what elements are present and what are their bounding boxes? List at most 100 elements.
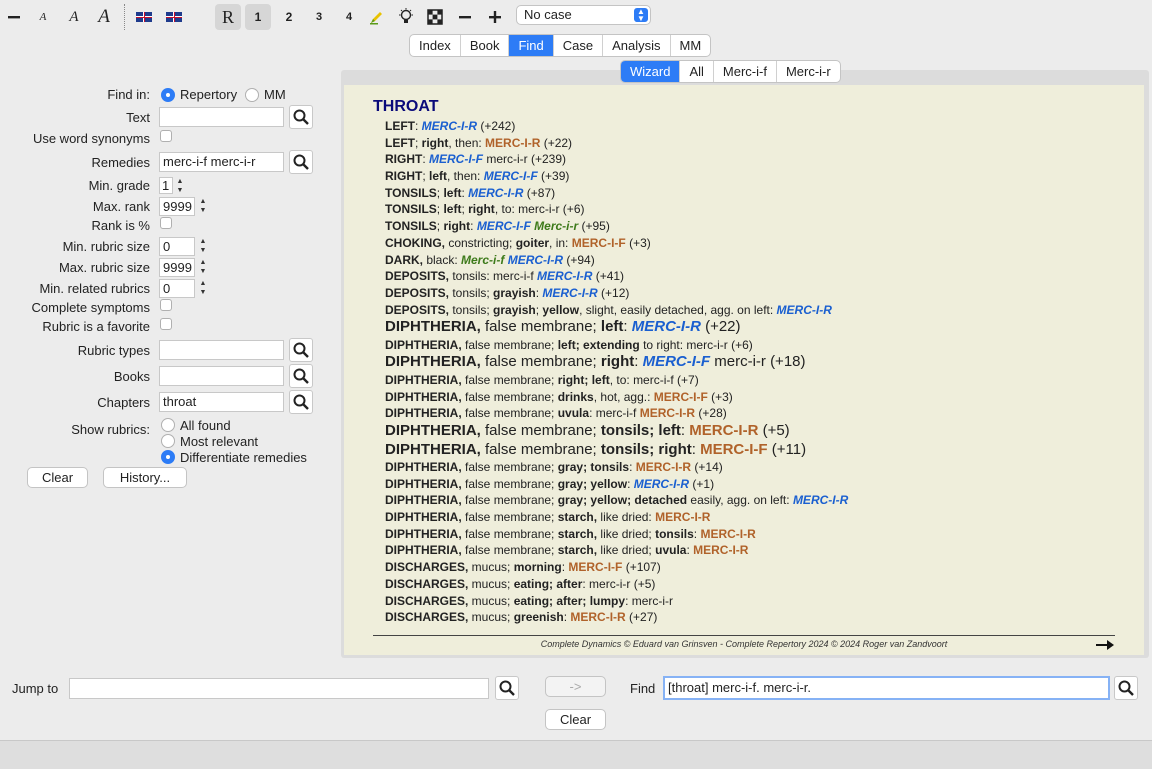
rubric-row[interactable]: TONSILS; left; right, to: merc-i-r (+6) bbox=[385, 201, 848, 218]
find-in-mm-radio[interactable] bbox=[245, 88, 259, 102]
remedy-link[interactable]: MERC-I-R bbox=[655, 510, 710, 524]
remedy-link[interactable]: MERC-I-R bbox=[634, 477, 689, 491]
rubric-row[interactable]: DIPHTHERIA, false membrane; right: MERC-… bbox=[385, 353, 848, 372]
rubric-row[interactable]: DIPHTHERIA, false membrane; gray; yellow… bbox=[385, 476, 848, 493]
minus-icon[interactable] bbox=[455, 4, 475, 30]
next-page-arrow-icon[interactable] bbox=[1095, 636, 1115, 657]
text-input[interactable] bbox=[159, 107, 284, 127]
find-search-button[interactable] bbox=[1114, 676, 1138, 700]
rubric-row[interactable]: DIPHTHERIA, false membrane; left; extend… bbox=[385, 337, 848, 354]
remedy-link[interactable]: MERC-I-R bbox=[485, 136, 540, 150]
synonyms-checkbox[interactable] bbox=[160, 130, 172, 142]
font-small-button[interactable]: A bbox=[33, 4, 53, 30]
uk-flag-icon[interactable] bbox=[135, 4, 153, 30]
uk-flag-alt-icon[interactable] bbox=[165, 4, 183, 30]
jump-go-button[interactable]: -> bbox=[545, 676, 606, 697]
bottom-clear-button[interactable]: Clear bbox=[545, 709, 606, 730]
text-search-button[interactable] bbox=[289, 105, 313, 129]
rubric-row[interactable]: DIPHTHERIA, false membrane; starch, like… bbox=[385, 542, 848, 559]
repertory-mode-button[interactable]: R bbox=[215, 4, 241, 30]
tab-wizard[interactable]: Wizard bbox=[621, 61, 681, 82]
remedies-search-button[interactable] bbox=[289, 150, 313, 174]
books-input[interactable] bbox=[159, 366, 284, 386]
rubric-row[interactable]: TONSILS; left: MERC-I-R (+87) bbox=[385, 185, 848, 202]
jump-to-search-button[interactable] bbox=[495, 676, 519, 700]
remedy-link[interactable]: MERC-I-R bbox=[542, 286, 597, 300]
show-all-found-radio[interactable] bbox=[161, 418, 175, 432]
rubric-row[interactable]: DIPHTHERIA, false membrane; drinks, hot,… bbox=[385, 389, 848, 406]
favorite-checkbox[interactable] bbox=[160, 318, 172, 330]
rubric-row[interactable]: DISCHARGES, mucus; eating; after: merc-i… bbox=[385, 576, 848, 593]
remedy-link[interactable]: MERC-I-F bbox=[484, 169, 538, 183]
lightbulb-icon[interactable] bbox=[396, 4, 416, 30]
rubric-row[interactable]: DEPOSITS, tonsils; grayish; yellow, slig… bbox=[385, 302, 848, 319]
show-most-relevant-radio[interactable] bbox=[161, 434, 175, 448]
min-related-input[interactable]: 0 bbox=[159, 279, 195, 298]
tab-analysis[interactable]: Analysis bbox=[603, 35, 671, 56]
max-rubric-size-input[interactable]: 9999 bbox=[159, 258, 195, 277]
grade-3-button[interactable]: 3 bbox=[308, 4, 330, 30]
rubric-row[interactable]: DIPHTHERIA, false membrane; right; left,… bbox=[385, 372, 848, 389]
grade-1-button[interactable]: 1 bbox=[245, 4, 271, 30]
rubric-row[interactable]: DIPHTHERIA, false membrane; left: MERC-I… bbox=[385, 318, 848, 337]
rubric-types-input[interactable] bbox=[159, 340, 284, 360]
remedy-link[interactable]: MERC-I-R bbox=[777, 303, 832, 317]
history-button[interactable]: History... bbox=[103, 467, 187, 488]
rubric-row[interactable]: DIPHTHERIA, false membrane; uvula: merc-… bbox=[385, 405, 848, 422]
show-differentiate-radio[interactable] bbox=[161, 450, 175, 464]
tab-mm[interactable]: MM bbox=[671, 35, 711, 56]
rubric-row[interactable]: DISCHARGES, mucus; eating; after; lumpy:… bbox=[385, 593, 848, 610]
tab-merc-i-f[interactable]: Merc-i-f bbox=[714, 61, 777, 82]
rubric-row[interactable]: RIGHT: MERC-I-F merc-i-r (+239) bbox=[385, 151, 848, 168]
tab-case[interactable]: Case bbox=[554, 35, 604, 56]
remedy-link[interactable]: MERC-I-R bbox=[570, 610, 625, 624]
remedy-link[interactable]: MERC-I-F bbox=[477, 219, 531, 233]
tab-all[interactable]: All bbox=[680, 61, 714, 82]
min-rubric-size-stepper[interactable]: ▲ ▼ bbox=[198, 237, 208, 257]
rubric-row[interactable]: DIPHTHERIA, false membrane; gray; tonsil… bbox=[385, 459, 848, 476]
max-rank-input[interactable]: 9999 bbox=[159, 197, 195, 216]
rubric-row[interactable]: DARK, black: Merc-i-f MERC-I-R (+94) bbox=[385, 252, 848, 269]
rubric-row[interactable]: DEPOSITS, tonsils; grayish: MERC-I-R (+1… bbox=[385, 285, 848, 302]
rubric-row[interactable]: DIPHTHERIA, false membrane; starch, like… bbox=[385, 526, 848, 543]
remedy-link[interactable]: MERC-I-R bbox=[700, 527, 755, 541]
find-input[interactable]: [throat] merc-i-f. merc-i-r. bbox=[663, 676, 1110, 700]
rubric-row[interactable]: DEPOSITS, tonsils: merc-i-f MERC-I-R (+4… bbox=[385, 268, 848, 285]
grade-2-button[interactable]: 2 bbox=[278, 4, 300, 30]
rubric-row[interactable]: DISCHARGES, mucus; morning: MERC-I-F (+1… bbox=[385, 559, 848, 576]
chapters-search-button[interactable] bbox=[289, 390, 313, 414]
remedy-link[interactable]: MERC-I-F bbox=[568, 560, 622, 574]
rubric-row[interactable]: LEFT; right, then: MERC-I-R (+22) bbox=[385, 135, 848, 152]
remedies-input[interactable]: merc-i-f merc-i-r bbox=[159, 152, 284, 172]
rubric-row[interactable]: CHOKING, constricting; goiter, in: MERC-… bbox=[385, 235, 848, 252]
complete-symptoms-checkbox[interactable] bbox=[160, 299, 172, 311]
font-large-button[interactable]: A bbox=[93, 4, 115, 30]
form-clear-button[interactable]: Clear bbox=[27, 467, 88, 488]
font-medium-button[interactable]: A bbox=[63, 4, 85, 30]
rubric-row[interactable]: DIPHTHERIA, false membrane; tonsils; lef… bbox=[385, 422, 848, 441]
remedy-link[interactable]: Merc-i-f bbox=[461, 253, 504, 267]
remedy-link[interactable]: MERC-I-F bbox=[429, 152, 483, 166]
tab-merc-i-r[interactable]: Merc-i-r bbox=[777, 61, 840, 82]
remedy-link[interactable]: MERC-I-R bbox=[468, 186, 523, 200]
rubric-row[interactable]: DIPHTHERIA, false membrane; tonsils; rig… bbox=[385, 441, 848, 460]
min-grade-input[interactable]: 1 bbox=[159, 177, 173, 194]
rubric-types-search-button[interactable] bbox=[289, 338, 313, 362]
remedy-link[interactable]: MERC-I-F bbox=[643, 353, 711, 370]
remedy-link[interactable]: MERC-I-F bbox=[654, 390, 708, 404]
rubric-row[interactable]: LEFT: MERC-I-R (+242) bbox=[385, 118, 848, 135]
remedy-link[interactable]: MERC-I-R bbox=[508, 253, 563, 267]
tab-find[interactable]: Find bbox=[509, 35, 554, 56]
min-rubric-size-input[interactable]: 0 bbox=[159, 237, 195, 256]
books-search-button[interactable] bbox=[289, 364, 313, 388]
rubric-row[interactable]: DISCHARGES, mucus; greenish: MERC-I-R (+… bbox=[385, 609, 848, 626]
remedy-link[interactable]: MERC-I-F bbox=[572, 236, 626, 250]
rubric-row[interactable]: TONSILS; right: MERC-I-F Merc-i-r (+95) bbox=[385, 218, 848, 235]
rubric-row[interactable]: DIPHTHERIA, false membrane; gray; yellow… bbox=[385, 492, 848, 509]
remedy-link[interactable]: MERC-I-R bbox=[422, 119, 477, 133]
rubric-row[interactable]: DIPHTHERIA, false membrane; starch, like… bbox=[385, 509, 848, 526]
jump-to-input[interactable] bbox=[69, 678, 489, 699]
zoom-out-icon[interactable] bbox=[4, 4, 24, 30]
highlighter-icon[interactable] bbox=[367, 4, 387, 30]
rank-percent-checkbox[interactable] bbox=[160, 217, 172, 229]
